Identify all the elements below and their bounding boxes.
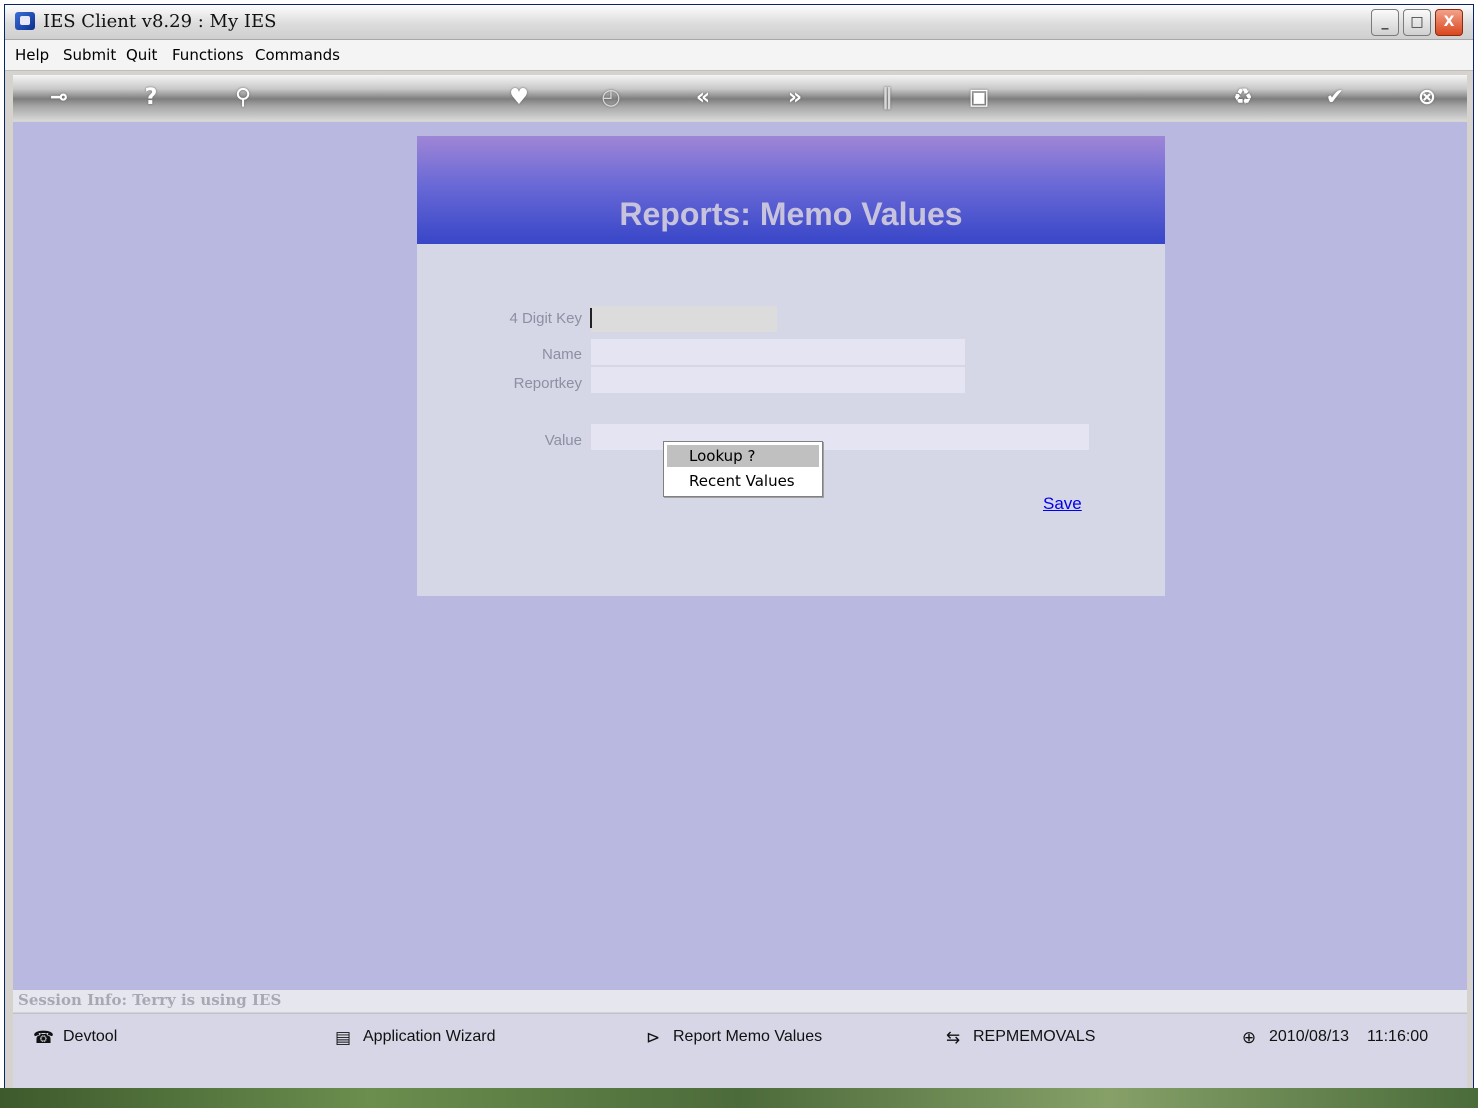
heart-icon[interactable]: ♥: [503, 83, 535, 113]
app-window: IES Client v8.29 : My IES _ □ X Help Sub…: [4, 4, 1474, 1102]
status-time: 11:16:00: [1367, 1028, 1429, 1045]
name-label: Name: [541, 346, 582, 363]
status-label: Devtool: [63, 1028, 118, 1045]
clock-icon[interactable]: ◴: [595, 83, 627, 113]
value-label: Value: [544, 432, 582, 449]
reportkey-input[interactable]: [591, 367, 965, 393]
toolbar: ⊸ ? ⚲ ♥ ◴ « » ‖ ▣ ♻ ✔ ⊗: [13, 75, 1467, 121]
key-icon[interactable]: ⊸: [43, 83, 75, 113]
maximize-button[interactable]: □: [1403, 9, 1431, 36]
status-bar: ☎ Devtool ▤ Application Wizard ⊳ Report …: [13, 1013, 1467, 1088]
title-bar: IES Client v8.29 : My IES _ □ X: [5, 5, 1473, 40]
taskbar-strip: [0, 1088, 1478, 1108]
context-menu: Lookup ? Recent Values: [663, 441, 823, 497]
tools-icon[interactable]: ‖: [871, 83, 903, 113]
key-input[interactable]: [591, 306, 777, 332]
menu-functions[interactable]: Functions: [172, 46, 244, 64]
back-icon[interactable]: «: [687, 83, 719, 113]
search-icon[interactable]: ⚲: [227, 83, 259, 113]
floppy-icon: ▤: [334, 1028, 352, 1048]
forward-icon[interactable]: »: [779, 83, 811, 113]
menu-quit[interactable]: Quit: [126, 46, 157, 64]
status-label: Report Memo Values: [673, 1028, 823, 1045]
recycle-icon[interactable]: ♻: [1227, 83, 1259, 113]
close-window-button[interactable]: X: [1435, 9, 1463, 36]
menu-help[interactable]: Help: [15, 46, 49, 64]
status-label: Application Wizard: [363, 1028, 496, 1045]
workspace: Reports: Memo Values 4 Digit Key Name Re…: [13, 122, 1467, 990]
session-info: Session Info: Terry is using IES: [18, 991, 282, 1009]
chip-icon[interactable]: ▣: [963, 83, 995, 113]
check-icon[interactable]: ✔: [1319, 83, 1351, 113]
clock-icon: ⊕: [1241, 1028, 1257, 1048]
report-icon: ⊳: [645, 1028, 661, 1048]
close-icon[interactable]: ⊗: [1411, 83, 1443, 113]
menu-item-lookup[interactable]: Lookup ?: [667, 445, 819, 467]
page-title: Reports: Memo Values: [619, 196, 963, 232]
module-icon: ⇆: [945, 1028, 961, 1048]
menu-commands[interactable]: Commands: [255, 46, 340, 64]
minimize-button[interactable]: _: [1371, 9, 1399, 36]
form-panel: Reports: Memo Values 4 Digit Key Name Re…: [417, 136, 1165, 596]
name-input[interactable]: [591, 339, 965, 365]
menu-submit[interactable]: Submit: [63, 46, 116, 64]
save-link[interactable]: Save: [1043, 494, 1082, 514]
session-info-bar: Session Info: Terry is using IES: [13, 990, 1467, 1012]
phone-icon: ☎: [33, 1028, 55, 1048]
reportkey-label: Reportkey: [513, 375, 582, 392]
status-date: 2010/08/13: [1269, 1028, 1350, 1045]
help-icon[interactable]: ?: [135, 83, 167, 113]
status-label: REPMEMOVALS: [973, 1028, 1096, 1045]
menu-item-recent-values[interactable]: Recent Values: [667, 470, 819, 492]
text-caret: [590, 308, 592, 328]
window-title: IES Client v8.29 : My IES: [43, 11, 277, 32]
form-header: Reports: Memo Values: [417, 136, 1165, 244]
app-icon: [15, 12, 35, 30]
key-label: 4 Digit Key: [509, 310, 582, 327]
menu-bar: Help Submit Quit Functions Commands: [5, 40, 1473, 71]
